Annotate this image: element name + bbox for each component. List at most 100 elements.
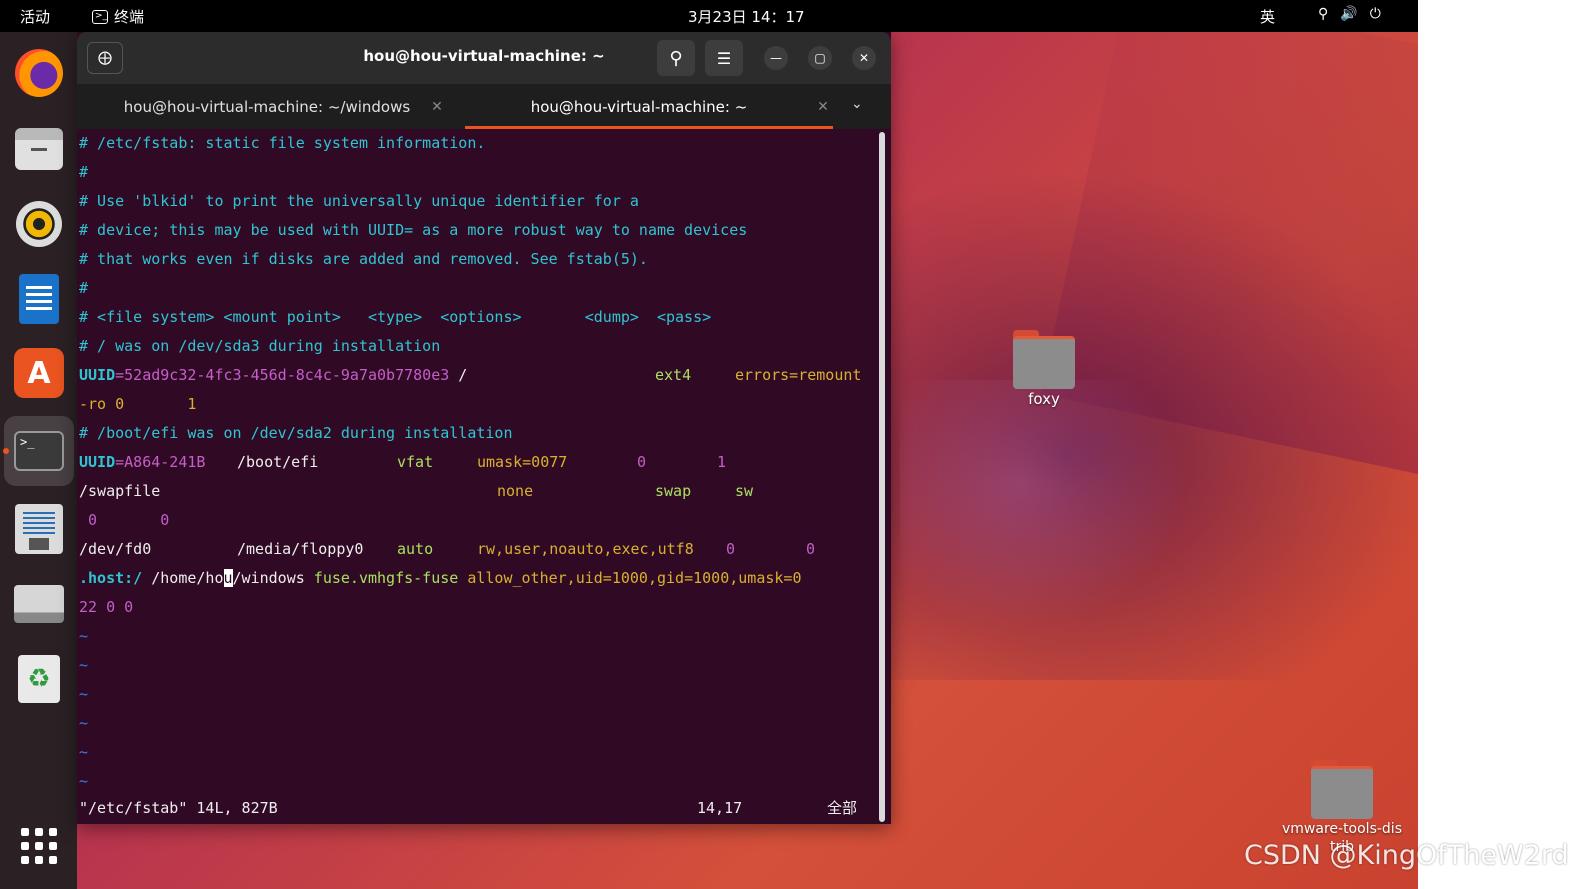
tab-label: hou@hou-virtual-machine: ~/windows: [123, 97, 411, 116]
fs-type: vfat: [397, 453, 434, 471]
fs-pass: 1: [717, 453, 727, 471]
terminal-icon: >_: [92, 9, 108, 24]
terminal-line: /dev/fd0: [79, 540, 152, 558]
terminal-line: #: [79, 279, 89, 297]
terminal-line: 0 0: [79, 511, 170, 529]
tab-bar: hou@hou-virtual-machine: ~/windows ✕ hou…: [77, 84, 891, 129]
dock-item-trash[interactable]: ♻: [12, 652, 66, 706]
mount-point: /boot/efi: [237, 453, 319, 471]
folder-label: foxy: [1028, 390, 1060, 408]
mount-point: none: [497, 482, 534, 500]
dock-item-terminal[interactable]: >_: [4, 416, 74, 486]
folder-icon: [1311, 760, 1373, 819]
hamburger-icon: ☰: [716, 48, 732, 68]
tab-windows[interactable]: hou@hou-virtual-machine: ~/windows ✕: [107, 84, 447, 129]
dock-item-disk[interactable]: [12, 577, 66, 631]
network-icon[interactable]: ⚲: [1318, 6, 1328, 22]
vim-status-file: "/etc/fstab" 14L, 827B: [79, 799, 278, 817]
tilde-line: ~: [79, 656, 89, 674]
disk-icon: [14, 585, 64, 623]
terminal-content[interactable]: # /etc/fstab: static file system informa…: [77, 129, 891, 824]
dock-item-rhythmbox[interactable]: [12, 197, 66, 251]
search-button[interactable]: ⚲: [657, 40, 695, 76]
terminal-icon: >_: [14, 431, 64, 471]
terminal-window[interactable]: ⨁ hou@hou-virtual-machine: ~ ⚲ ☰ — ▢ ✕ h…: [77, 32, 891, 824]
screenshot-margin: [1418, 0, 1570, 889]
show-applications-button[interactable]: [12, 819, 66, 873]
fs-dump: 0: [637, 453, 647, 471]
fs-type: ext4: [655, 366, 692, 384]
dock: A >_ ♻: [0, 32, 77, 889]
terminal-line: UUID=52ad9c32-4fc3-456d-8c4c-9a7a0b7780e…: [79, 366, 468, 384]
terminal-line: # /boot/efi was on /dev/sda2 during inst…: [79, 424, 513, 442]
dock-item-writer[interactable]: [12, 272, 66, 326]
fs-type: auto: [397, 540, 434, 558]
terminal-line: # device; this may be used with UUID= as…: [79, 221, 748, 239]
text-editor-icon: [15, 504, 63, 554]
tilde-line: ~: [79, 627, 89, 645]
fs-options: sw: [735, 482, 754, 500]
maximize-button[interactable]: ▢: [808, 46, 832, 70]
maximize-icon: ▢: [814, 51, 826, 65]
fs-dump: 0: [726, 540, 736, 558]
dock-item-software[interactable]: A: [12, 346, 66, 400]
minimize-icon: —: [770, 51, 782, 65]
dock-item-files[interactable]: [12, 122, 66, 176]
tab-overflow-chevron-icon[interactable]: ⌄: [851, 96, 863, 112]
close-button[interactable]: ✕: [852, 46, 876, 70]
tab-label: hou@hou-virtual-machine: ~: [530, 97, 748, 116]
tab-close-icon[interactable]: ✕: [427, 99, 447, 115]
top-bar: 活动 >_ 终端 3月23日 14：17 英 ⚲ 🔊 ⏻: [0, 0, 1418, 32]
writer-icon: [19, 274, 59, 324]
terminal-line: # / was on /dev/sda3 during installation: [79, 337, 441, 355]
power-icon[interactable]: ⏻: [1370, 6, 1381, 22]
clock[interactable]: 3月23日 14：17: [688, 6, 805, 27]
dock-item-text-editor[interactable]: [12, 502, 66, 556]
close-icon: ✕: [858, 51, 870, 65]
rhythmbox-icon: [16, 201, 62, 247]
tilde-line: ~: [79, 772, 89, 790]
fs-pass: 0: [806, 540, 816, 558]
tab-close-icon[interactable]: ✕: [813, 99, 833, 115]
search-icon: ⚲: [669, 47, 683, 69]
firefox-icon: [15, 49, 63, 97]
tilde-line: ~: [79, 714, 89, 732]
running-indicator: [3, 448, 9, 454]
apps-grid-icon: [21, 828, 57, 864]
terminal-line: UUID=A864-241B: [79, 453, 206, 471]
dock-item-firefox[interactable]: [12, 46, 66, 100]
volume-icon[interactable]: 🔊: [1340, 6, 1357, 22]
fs-options: umask=0077: [477, 453, 568, 471]
folder-icon: [1013, 330, 1075, 389]
software-store-icon: A: [14, 348, 64, 398]
minimize-button[interactable]: —: [764, 46, 788, 70]
fs-type: swap: [655, 482, 692, 500]
text-cursor: u: [223, 569, 233, 587]
terminal-line: #: [79, 163, 89, 181]
input-method-indicator[interactable]: 英: [1260, 6, 1275, 27]
activities-button[interactable]: 活动: [20, 6, 50, 27]
watermark: CSDN @KingOfTheW2rd: [1244, 840, 1569, 871]
scrollbar[interactable]: [879, 132, 885, 822]
new-tab-button[interactable]: ⨁: [87, 42, 123, 74]
terminal-line: # that works even if disks are added and…: [79, 250, 648, 268]
new-tab-icon: ⨁: [98, 50, 112, 66]
desktop-folder-foxy[interactable]: foxy: [1013, 330, 1075, 408]
vim-cursor-position: 14,17: [697, 799, 743, 817]
terminal-line: # Use 'blkid' to print the universally u…: [79, 192, 639, 210]
tilde-line: ~: [79, 743, 89, 761]
app-menu[interactable]: >_ 终端: [92, 6, 144, 27]
app-menu-label: 终端: [114, 8, 145, 26]
files-icon: [15, 128, 63, 170]
menu-button[interactable]: ☰: [705, 40, 743, 76]
fs-options: rw,user,noauto,exec,utf8: [477, 540, 694, 558]
mount-point: /media/floppy0: [237, 540, 364, 558]
terminal-line: -ro 0 1: [79, 395, 197, 413]
terminal-line: /swapfile: [79, 482, 161, 500]
vim-scroll-scope: 全部: [827, 799, 858, 817]
tab-home[interactable]: hou@hou-virtual-machine: ~ ✕: [465, 84, 833, 129]
window-headerbar[interactable]: ⨁ hou@hou-virtual-machine: ~ ⚲ ☰ — ▢ ✕: [77, 32, 891, 84]
system-tray[interactable]: ⚲ 🔊 ⏻: [1318, 6, 1381, 22]
terminal-line: .host:/ /home/hou/windows fuse.vmhgfs-fu…: [79, 569, 802, 587]
wallpaper-shape: [900, 380, 1200, 640]
